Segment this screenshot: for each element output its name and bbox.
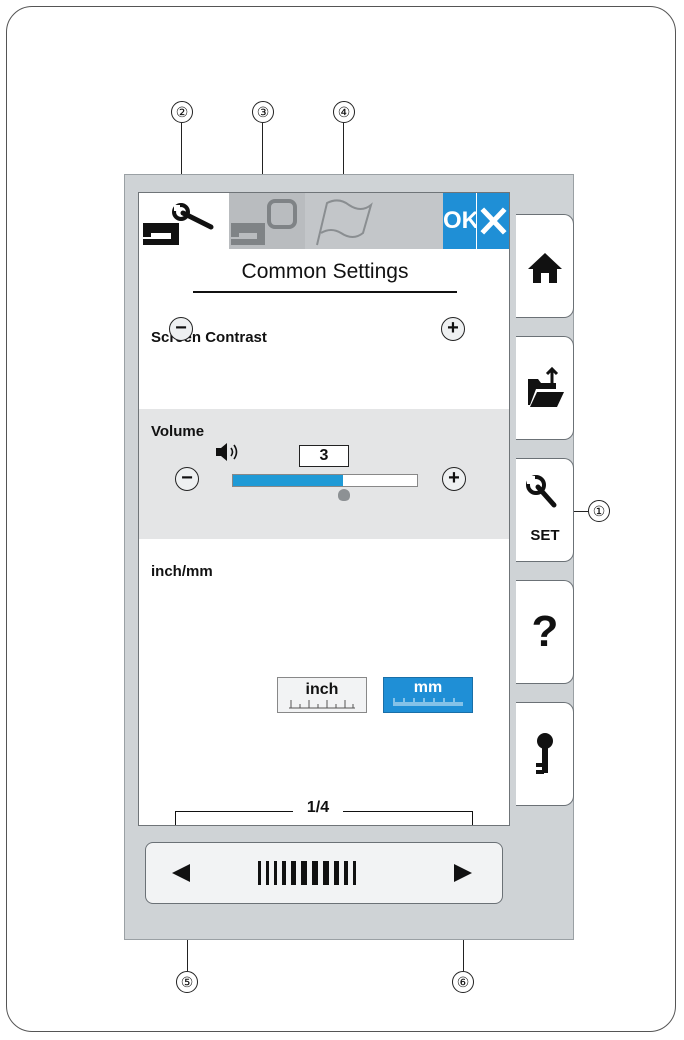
- close-icon: [480, 207, 507, 235]
- help-button[interactable]: ?: [516, 580, 574, 684]
- tab-language-settings[interactable]: [305, 193, 443, 249]
- file-open-button[interactable]: [516, 336, 574, 440]
- hoop-machine-icon: [231, 199, 297, 245]
- home-icon: [528, 253, 562, 283]
- callout-5: ⑤: [176, 971, 198, 993]
- mm-button-label: mm: [413, 679, 443, 696]
- arrow-left-icon: [172, 864, 190, 882]
- tab-machine-settings[interactable]: [139, 193, 229, 249]
- set-button[interactable]: SET: [516, 458, 574, 562]
- inch-button[interactable]: inch: [277, 677, 367, 713]
- callout-2: ②: [171, 101, 193, 123]
- callout-4: ④: [333, 101, 355, 123]
- next-page-button[interactable]: [442, 857, 482, 889]
- arrow-right-icon: [454, 864, 472, 882]
- volume-slider-fill: [233, 475, 344, 486]
- folder-open-icon: [528, 366, 564, 407]
- home-button[interactable]: [516, 214, 574, 318]
- wrench-icon: [526, 475, 557, 508]
- ok-button[interactable]: OK: [443, 193, 479, 249]
- volume-slider-handle[interactable]: [337, 489, 350, 501]
- wrench-machine-icon: [139, 193, 229, 249]
- contrast-row: − +: [139, 293, 509, 446]
- callout-6: ⑥: [452, 971, 474, 993]
- contrast-minus-button[interactable]: −: [169, 317, 193, 341]
- grip-icon: [258, 861, 356, 885]
- ruler-icon: [393, 698, 463, 706]
- settings-tabbar: OK: [139, 193, 509, 249]
- prev-page-button[interactable]: [162, 857, 202, 889]
- page-indicator: 1/4: [175, 799, 474, 825]
- speaker-icon: [216, 443, 238, 461]
- volume-plus-button[interactable]: +: [442, 467, 466, 491]
- set-button-label: SET: [530, 527, 560, 544]
- callout-3: ③: [252, 101, 274, 123]
- page-indicator-text: 1/4: [306, 799, 330, 816]
- close-button[interactable]: [477, 193, 509, 249]
- mm-button[interactable]: mm: [383, 677, 473, 713]
- inch-button-label: inch: [305, 681, 339, 698]
- volume-minus-button[interactable]: −: [175, 467, 199, 491]
- ruler-icon: [289, 700, 355, 709]
- help-icon: ?: [531, 607, 559, 656]
- contrast-plus-button[interactable]: +: [441, 317, 465, 341]
- settings-screen: OK Common Settings Screen Contrast − + V…: [138, 192, 510, 826]
- flag-icon: [316, 199, 373, 246]
- volume-label: Volume: [151, 423, 205, 440]
- page-title: Common Settings: [241, 260, 409, 283]
- lock-button[interactable]: [516, 702, 574, 806]
- volume-slider[interactable]: [232, 474, 418, 487]
- tab-embroidery-settings[interactable]: [229, 193, 305, 249]
- callout-1: ①: [588, 500, 610, 522]
- volume-section: Volume 3 − +: [139, 409, 509, 539]
- volume-value: 3: [299, 445, 349, 467]
- units-label: inch/mm: [151, 563, 213, 580]
- key-icon: [536, 733, 553, 774]
- page-nav-bar: [145, 842, 503, 904]
